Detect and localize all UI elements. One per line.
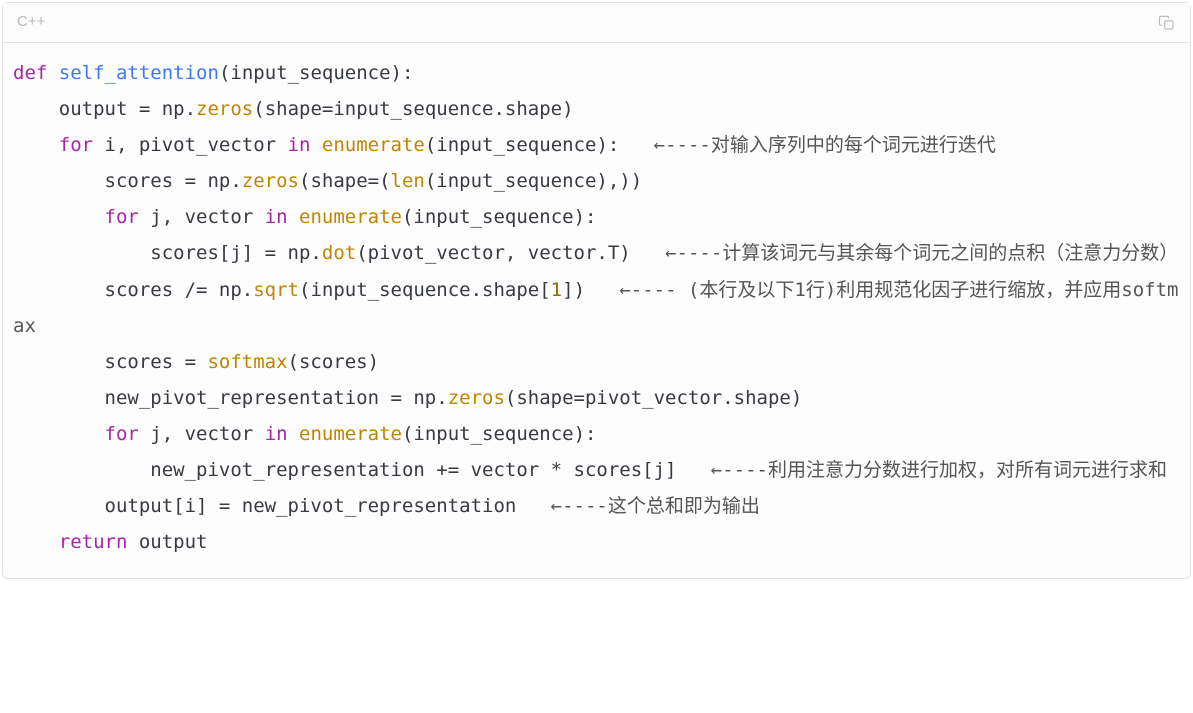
code-text: new_pivot_representation = np. <box>13 387 448 409</box>
code-text: output[i] = new_pivot_representation <box>13 495 551 517</box>
code-text: (input_sequence): <box>402 206 596 228</box>
code-text: i, pivot_vector <box>93 134 287 156</box>
code-text: j, vector <box>139 206 265 228</box>
fn-call: len <box>391 170 425 192</box>
kw-def: def <box>13 62 47 84</box>
code-language-label: C++ <box>17 8 45 37</box>
kw-in: in <box>265 423 288 445</box>
code-text <box>288 206 299 228</box>
fn-call: enumerate <box>299 206 402 228</box>
comment: ←----计算该词元与其余每个词元之间的点积（注意力分数） <box>665 242 1178 264</box>
fn-call: enumerate <box>322 134 425 156</box>
kw-in: in <box>288 134 311 156</box>
fn-call: softmax <box>207 351 287 373</box>
code-text: j, vector <box>139 423 265 445</box>
code-text: (shape=input_sequence.shape) <box>253 98 573 120</box>
code-text: (input_sequence): <box>402 423 596 445</box>
code-block: C++ def self_attention(input_sequence): … <box>2 2 1191 579</box>
fn-call: dot <box>322 242 356 264</box>
fn-call: zeros <box>196 98 253 120</box>
kw-in: in <box>265 206 288 228</box>
code-text: scores[j] = np. <box>13 242 322 264</box>
kw-for: for <box>13 423 139 445</box>
code-text: output <box>127 531 207 553</box>
kw-for: for <box>13 134 93 156</box>
copy-button[interactable] <box>1158 14 1176 32</box>
fn-call: zeros <box>242 170 299 192</box>
code-text: scores = np. <box>13 170 242 192</box>
code-text: (shape=( <box>299 170 391 192</box>
code-content: def self_attention(input_sequence): outp… <box>3 43 1190 578</box>
code-text: new_pivot_representation += vector * sco… <box>13 459 711 481</box>
comment: ←----利用注意力分数进行加权，对所有词元进行求和 <box>711 459 1167 481</box>
kw-return: return <box>13 531 127 553</box>
code-text: (input_sequence.shape[ <box>299 279 551 301</box>
comment: ←----对输入序列中的每个词元进行迭代 <box>654 134 996 156</box>
code-text: ]) <box>562 279 619 301</box>
code-text: (input_sequence): <box>425 134 654 156</box>
code-text: (scores) <box>288 351 380 373</box>
code-text <box>288 423 299 445</box>
copy-icon <box>1158 14 1176 32</box>
code-text: scores = <box>13 351 207 373</box>
fn-call: sqrt <box>253 279 299 301</box>
fn-name: self_attention <box>59 62 219 84</box>
code-text: (pivot_vector, vector.T) <box>356 242 665 264</box>
fn-call: enumerate <box>299 423 402 445</box>
code-text: scores /= np. <box>13 279 253 301</box>
code-text: (input_sequence): <box>219 62 413 84</box>
number: 1 <box>551 279 562 301</box>
code-text: output = np. <box>13 98 196 120</box>
code-text: (shape=pivot_vector.shape) <box>505 387 802 409</box>
code: def self_attention(input_sequence): outp… <box>13 62 1178 553</box>
comment: ←----这个总和即为输出 <box>551 495 760 517</box>
code-text: (input_sequence),)) <box>425 170 642 192</box>
code-header: C++ <box>3 3 1190 43</box>
kw-for: for <box>13 206 139 228</box>
code-text <box>310 134 321 156</box>
fn-call: zeros <box>448 387 505 409</box>
